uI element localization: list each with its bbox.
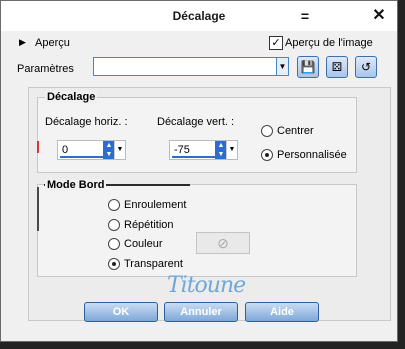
wrap-radio[interactable] [108,199,120,211]
group-marker [37,141,39,153]
preview-checkbox-label[interactable]: Aperçu de l'image [285,37,373,49]
chevron-down-icon[interactable]: ▼ [114,141,125,159]
edge-mode-group-title: Mode Bord [45,179,107,191]
value-underline [60,156,105,158]
offset-group-title: Décalage [45,91,98,103]
cancel-button[interactable]: Annuler [164,302,238,322]
vert-offset-spinner[interactable]: -75 ▲ ▼ ▼ [169,140,238,160]
window-title: Décalage [172,9,226,23]
repeat-radio[interactable] [108,219,120,231]
edge-mode-group [37,184,357,277]
group-left-border [37,187,39,231]
vert-offset-value[interactable]: -75 [174,144,190,156]
center-radio-label[interactable]: Centrer [277,125,314,137]
save-preset-icon[interactable]: 💾 [297,56,319,78]
custom-radio-label[interactable]: Personnalisée [277,149,347,161]
params-label: Paramètres [17,63,74,75]
horiz-offset-value[interactable]: 0 [62,144,68,156]
reset-icon[interactable]: ↺ [355,56,377,78]
transparent-radio[interactable] [108,258,120,270]
dialog-window: Décalage = ✕ ▶ Aperçu ✓ Aperçu de l'imag… [0,0,398,342]
preview-toggle-label[interactable]: Aperçu [35,37,70,49]
preview-checkbox[interactable]: ✓ [269,36,283,50]
wrap-radio-label[interactable]: Enroulement [124,199,186,211]
horiz-offset-spinner[interactable]: 0 ▲ ▼ ▼ [57,140,126,160]
title-bar: Décalage = ✕ [1,1,397,31]
close-icon[interactable]: ✕ [367,6,391,26]
menu-icon[interactable]: = [293,6,317,26]
preset-dropdown[interactable] [93,57,277,76]
expand-arrow-icon[interactable]: ▶ [19,37,26,48]
watermark-signature: Titoune [167,273,246,298]
vert-offset-label: Décalage vert. : [157,116,235,128]
value-underline [172,156,217,158]
transparent-radio-label[interactable]: Transparent [124,258,183,270]
randomize-icon[interactable]: ⚄ [326,56,348,78]
repeat-radio-label[interactable]: Répétition [124,219,174,231]
center-radio[interactable] [261,125,273,137]
color-radio[interactable] [108,238,120,250]
color-radio-label[interactable]: Couleur [124,238,163,250]
color-swatch-disabled: ⊘ [196,232,250,254]
preset-dropdown-arrow-icon[interactable]: ▼ [276,57,289,76]
ok-button[interactable]: OK [84,302,158,322]
horiz-offset-label: Décalage horiz. : [45,116,128,128]
chevron-down-icon[interactable]: ▼ [226,141,237,159]
help-button[interactable]: Aide [245,302,319,322]
custom-radio[interactable] [261,149,273,161]
